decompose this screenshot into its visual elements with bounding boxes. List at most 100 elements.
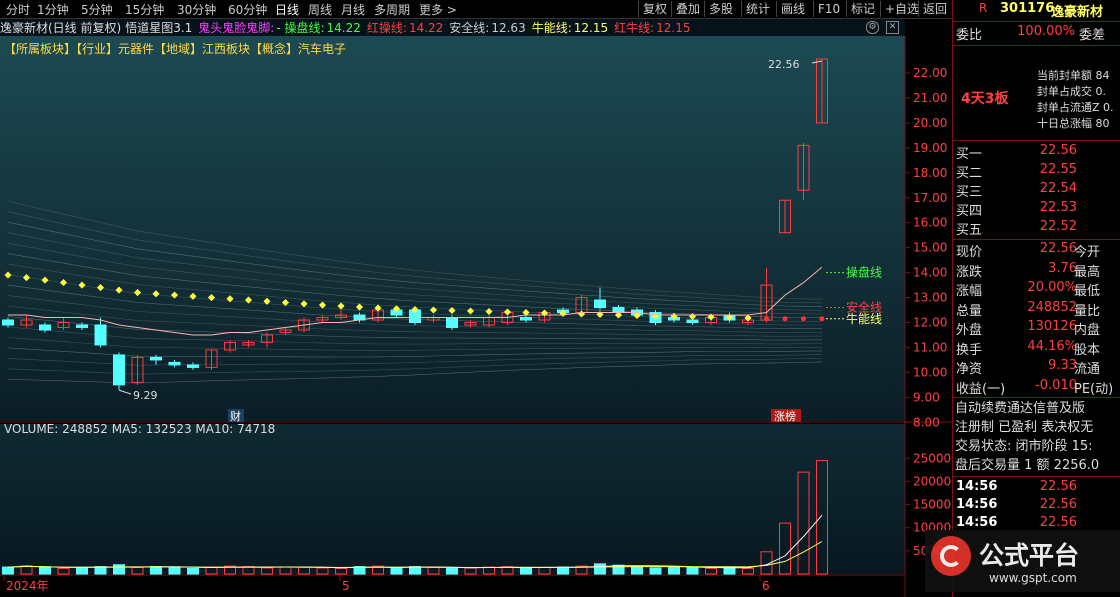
price-axis: 22.00 21.00 20.00 19.00 18.00 17.00 16.00 15.00…	[905, 66, 947, 429]
quote-value: 44.16%	[1027, 338, 1077, 354]
zhangting-marker: 涨榜	[774, 409, 796, 423]
volume-bar-down	[187, 567, 199, 575]
period-tab-30min[interactable]: 30分钟	[177, 1, 216, 18]
period-tab-more[interactable]: 更多 >	[419, 1, 457, 18]
buy-level-row: 买三 22.54	[953, 181, 1120, 200]
quote-row: 换手 44.16% 股本	[953, 339, 1120, 358]
volume-bar-down	[113, 564, 125, 575]
price-tick-label: 19.00	[913, 141, 947, 155]
period-tab-multi[interactable]: 多周期	[374, 1, 410, 18]
quote-label-2: PE(动)	[1074, 381, 1114, 397]
volume-bar-down	[446, 567, 458, 575]
price-tick-label: 11.00	[913, 340, 947, 354]
quote-value: 20.00%	[1027, 280, 1077, 295]
quote-label: 现价	[956, 245, 983, 260]
watermark-url: www.gspt.com	[989, 571, 1077, 585]
back-button[interactable]: 返回	[918, 1, 951, 17]
logo-mark-icon	[931, 536, 971, 576]
sector-tags: 【所属板块】【行业】元器件【地域】江西板块【概念】汽车电子	[4, 42, 347, 56]
low-price-label: 9.29	[133, 389, 158, 402]
weibi-label: 委比	[956, 28, 983, 43]
candle-down	[446, 317, 458, 328]
period-tab-1min[interactable]: 1分钟	[37, 1, 69, 18]
fengdan-line: 十日总涨幅 80	[1037, 117, 1110, 130]
candle-down	[150, 356, 162, 361]
stats-button[interactable]: 统计	[741, 1, 774, 17]
volume-bar-down	[520, 567, 532, 575]
volume-tick-label: 15000	[913, 498, 951, 512]
volume-bar-down	[39, 567, 51, 575]
tick-price: 22.56	[1039, 497, 1077, 512]
fengdan-line: 封单占流通Z 0.	[1037, 101, 1114, 114]
overlay-button[interactable]: 叠加	[671, 1, 704, 17]
draw-line-button[interactable]: 画线	[776, 1, 809, 17]
quote-panel: R 301176 逸豪新材 委比 100.00% 委差 4天3板 当前封单额 8…	[925, 0, 1120, 597]
stock-flag-icon: R	[979, 1, 988, 15]
volume-bar-down	[168, 567, 181, 575]
quote-label: 涨幅	[956, 284, 983, 299]
price-tick-label: 8.00	[913, 415, 940, 429]
period-tab-fenshi[interactable]: 分时	[6, 1, 30, 18]
candle-down	[76, 324, 88, 328]
board-count-label: 4天3板	[961, 91, 1009, 107]
volume-bar-down	[150, 566, 162, 575]
period-tab-weekly[interactable]: 周线	[308, 1, 332, 18]
price-tick-label: 12.00	[913, 316, 947, 330]
quote-row: 涨跌 3.76 最高	[953, 261, 1120, 280]
date-tick-label: 5	[342, 579, 350, 593]
quote-label-2: 量比	[1074, 303, 1101, 319]
quote-label: 涨跌	[956, 264, 983, 280]
volume-bar-down	[723, 567, 736, 575]
add-watchlist-button[interactable]: +自选	[880, 1, 923, 17]
buy-level-label: 买三	[956, 185, 983, 200]
price-tick-label: 16.00	[913, 216, 947, 230]
fengdan-line: 当前封单额 84	[1037, 69, 1110, 82]
info-line: 注册制 已盈利 表决权无	[955, 420, 1094, 435]
quote-label-2: 今开	[1074, 245, 1101, 260]
tick-row: 14:56 22.56	[953, 497, 1120, 516]
quote-label: 收益(一)	[956, 381, 1006, 397]
period-tab-5min[interactable]: 5分钟	[81, 1, 113, 18]
weibi-value: 100.00%	[1017, 24, 1075, 39]
price-tick-label: 17.00	[913, 191, 947, 205]
tick-time: 14:56	[956, 479, 998, 494]
volume-bar-down	[594, 563, 606, 575]
period-tab-daily[interactable]: 日线	[275, 1, 299, 18]
price-tick-label: 14.00	[913, 266, 947, 280]
period-tab-15min[interactable]: 15分钟	[125, 1, 164, 18]
candle-down	[94, 324, 107, 346]
mark-button[interactable]: 标记	[846, 1, 879, 17]
cai-marker: 财	[230, 409, 241, 423]
quote-value: 130126	[1027, 319, 1077, 334]
candle-down	[520, 317, 532, 321]
info-lines: 自动续费通达信普及版 注册制 已盈利 表决权无 交易状态: 闭市阶段 15: 盘后交易…	[955, 399, 1120, 475]
quote-label: 净资	[956, 362, 983, 377]
tick-time: 14:56	[956, 515, 998, 530]
period-tab-monthly[interactable]: 月线	[341, 1, 365, 18]
f10-button[interactable]: F10	[813, 1, 844, 17]
weicha-label: 委差	[1079, 28, 1106, 43]
quote-row: 外盘 130126 内盘	[953, 319, 1120, 338]
fuquan-button[interactable]: 复权	[638, 1, 671, 17]
fengdan-info: 当前封单额 84 封单占成交 0. 封单占流通Z 0. 十日总涨幅 80	[1037, 68, 1114, 132]
period-tab-60min[interactable]: 60分钟	[228, 1, 267, 18]
price-tick-label: 20.00	[913, 116, 947, 130]
candle-down	[113, 354, 125, 386]
caopan-tag: 操盘线	[846, 265, 882, 280]
buy-level-price: 22.52	[1039, 219, 1077, 234]
multi-stock-button[interactable]: 多股	[704, 1, 737, 17]
buy-level-price: 22.55	[1039, 162, 1077, 177]
quote-label-2: 流通	[1074, 362, 1101, 377]
watermark-logo: 公式平台 www.gspt.com	[925, 530, 1120, 592]
quote-label: 总量	[956, 303, 983, 319]
stock-code: 301176	[1000, 1, 1055, 16]
candle-down	[594, 299, 606, 309]
dot-marker-red	[764, 316, 769, 322]
quote-row: 收益(一) -0.010 PE(动)	[953, 378, 1120, 397]
price-tick-label: 18.00	[913, 166, 947, 180]
quote-row: 总量 248852 量比	[953, 300, 1120, 319]
quote-label-2: 最高	[1074, 264, 1101, 280]
candle-down	[168, 361, 181, 366]
fengdan-line: 封单占成交 0.	[1037, 85, 1106, 98]
chart-area: 逸豪新材(日线 前复权) 悟道星图3.1 鬼头鬼脸鬼脚: - 操盘线: 14.22 红操线…	[0, 19, 952, 597]
